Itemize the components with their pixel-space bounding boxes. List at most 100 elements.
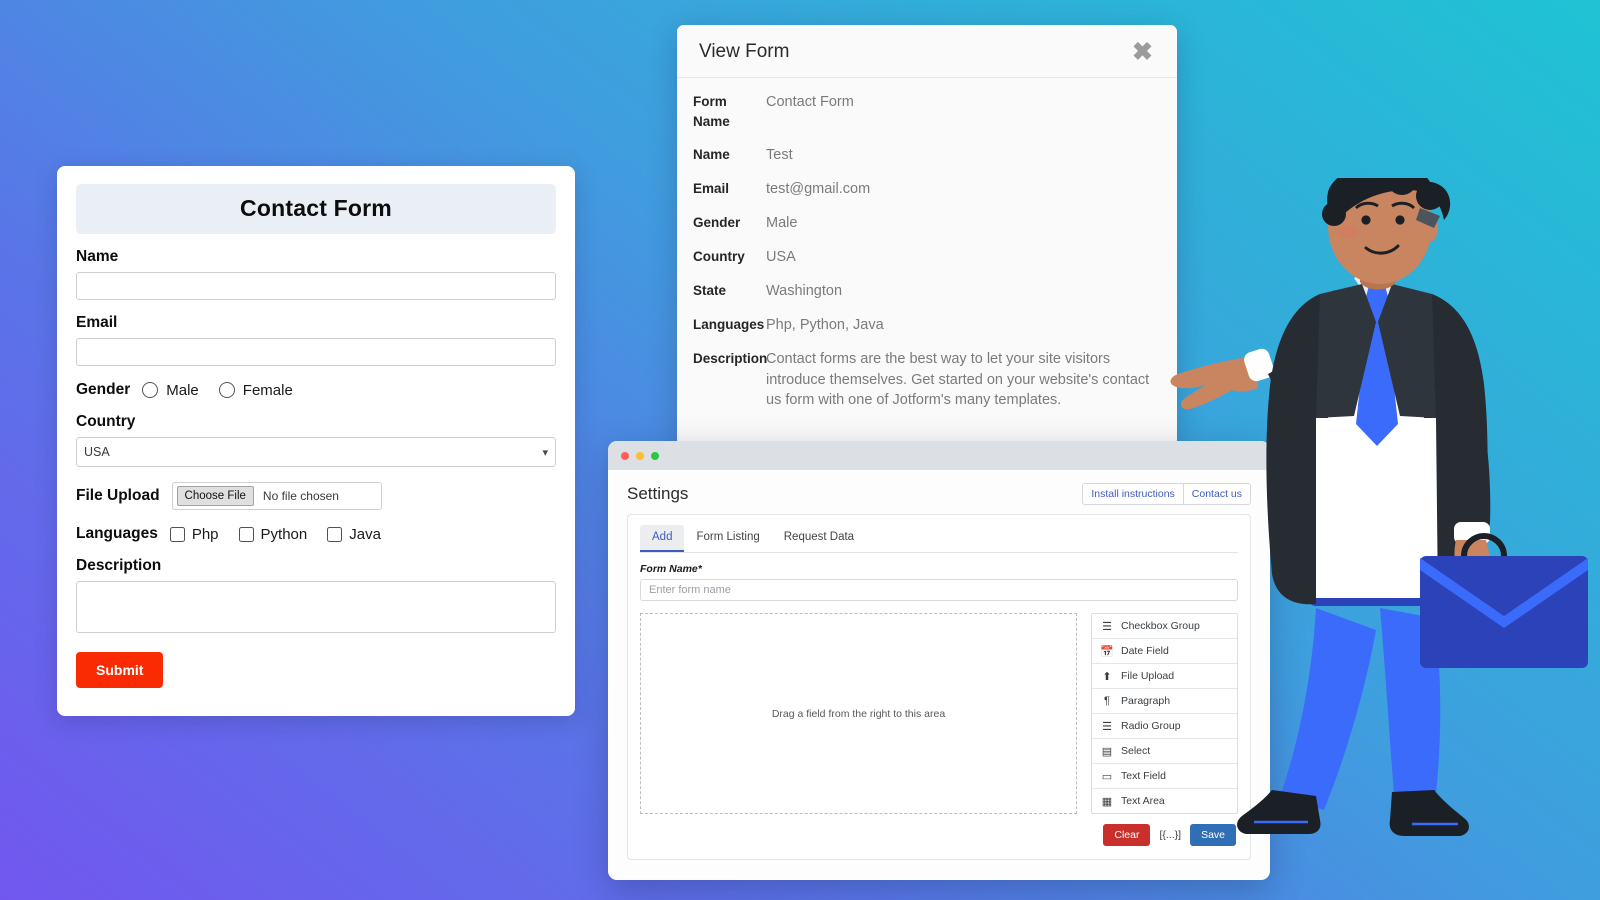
settings-window: Settings Install instructions Contact us… <box>608 441 1270 880</box>
tab-bar: Add Form Listing Request Data <box>640 525 1238 553</box>
country-select[interactable]: USA ▾ <box>76 437 556 467</box>
shirt <box>1310 282 1442 598</box>
detail-row-name: Name Test <box>693 145 1155 166</box>
detail-value: Washington <box>766 283 843 299</box>
upload-icon: ⬆ <box>1102 670 1112 683</box>
maximize-window-icon[interactable] <box>651 451 659 460</box>
json-preview-toggle[interactable]: [{...}] <box>1159 829 1181 841</box>
detail-value: test@gmail.com <box>766 181 871 197</box>
left-leg <box>1280 608 1376 810</box>
submit-button[interactable]: Submit <box>76 652 164 688</box>
palette-item-text-field[interactable]: ▭ Text Field <box>1092 763 1237 788</box>
gender-option-male[interactable]: Male <box>142 382 199 399</box>
collar <box>1354 270 1398 310</box>
form-builder: Drag a field from the right to this area… <box>640 613 1238 814</box>
right-sleeve <box>1434 358 1491 544</box>
belt <box>1310 590 1442 606</box>
language-option-python[interactable]: Python <box>238 525 308 543</box>
neck <box>1360 242 1396 290</box>
lapel-right <box>1378 284 1436 418</box>
detail-label: Form Name <box>693 94 730 129</box>
language-option-php[interactable]: Php <box>169 526 219 543</box>
window-titlebar <box>608 441 1270 470</box>
file-upload-control[interactable]: Choose File No file chosen <box>171 482 382 510</box>
left-eyebrow <box>1354 201 1379 210</box>
modal-title: View Form <box>699 41 790 62</box>
gender-option-female-label: Female <box>242 381 293 399</box>
palette-item-label: Checkbox Group <box>1121 620 1200 632</box>
calendar-icon: 📅 <box>1100 645 1114 658</box>
palette-item-date-field[interactable]: 📅 Date Field <box>1092 638 1237 663</box>
detail-label: Country <box>693 249 745 264</box>
detail-label: State <box>693 283 727 298</box>
save-button[interactable]: Save <box>1190 824 1236 846</box>
tab-request-data[interactable]: Request Data <box>772 525 866 552</box>
close-icon[interactable]: ✖ <box>1132 40 1155 65</box>
hair-curl-2 <box>1354 178 1386 196</box>
radio-icon[interactable] <box>142 382 159 398</box>
detail-label: Languages <box>693 317 765 332</box>
detail-row-country: Country USA <box>693 247 1155 268</box>
close-window-icon[interactable] <box>621 451 629 460</box>
detail-value: Contact forms are the best way to let yo… <box>766 351 1150 408</box>
settings-panel: Add Form Listing Request Data Form Name*… <box>627 514 1251 860</box>
list-icon: ☰ <box>1102 720 1112 733</box>
file-upload-label: File Upload <box>76 487 160 504</box>
clear-button[interactable]: Clear <box>1103 824 1151 846</box>
gender-label: Gender <box>76 381 131 398</box>
description-textarea[interactable] <box>76 581 556 633</box>
form-name-input[interactable] <box>640 579 1238 601</box>
gender-row: Gender Male Female <box>76 381 556 399</box>
contact-us-link[interactable]: Contact us <box>1182 484 1250 504</box>
contact-form-title: Contact Form <box>76 184 556 234</box>
tab-add[interactable]: Add <box>640 525 685 552</box>
head <box>1328 178 1432 284</box>
detail-value: Test <box>766 147 793 163</box>
palette-item-file-upload[interactable]: ⬆ File Upload <box>1092 663 1237 688</box>
palette-item-checkbox-group[interactable]: ☰ Checkbox Group <box>1092 614 1237 638</box>
jacket-right <box>1424 294 1488 605</box>
language-option-java[interactable]: Java <box>327 526 381 543</box>
palette-item-select[interactable]: ▤ Select <box>1092 738 1237 763</box>
checkbox-icon[interactable] <box>238 526 254 542</box>
hair-curl-1 <box>1328 180 1356 208</box>
backpack-strap <box>1313 290 1360 404</box>
palette-item-label: Text Area <box>1121 795 1165 807</box>
contact-form-card: Contact Form Name Email Gender Male Fema… <box>57 166 575 716</box>
right-leg <box>1380 608 1441 794</box>
radio-icon[interactable] <box>218 382 235 398</box>
tie-body <box>1356 312 1398 446</box>
view-form-modal: View Form ✖ Form Name Contact Form Name … <box>677 25 1177 446</box>
minimize-window-icon[interactable] <box>636 451 644 460</box>
install-instructions-link[interactable]: Install instructions <box>1083 484 1182 504</box>
email-input[interactable] <box>76 338 556 366</box>
settings-title: Settings <box>627 484 689 503</box>
field-dropzone[interactable]: Drag a field from the right to this area <box>640 613 1077 814</box>
checkbox-icon[interactable] <box>327 526 343 542</box>
name-label: Name <box>76 248 119 265</box>
palette-item-radio-group[interactable]: ☰ Radio Group <box>1092 713 1237 738</box>
left-hand <box>1170 356 1258 410</box>
detail-row-languages: Languages Php, Python, Java <box>693 315 1155 336</box>
language-option-python-label: Python <box>260 525 308 543</box>
briefcase-handle <box>1461 532 1507 557</box>
palette-item-paragraph[interactable]: ¶ Paragraph <box>1092 688 1237 713</box>
header-link-group: Install instructions Contact us <box>1082 483 1251 505</box>
detail-value: Contact Form <box>766 94 854 110</box>
language-option-java-label: Java <box>349 525 381 543</box>
modal-header: View Form ✖ <box>677 25 1177 78</box>
choose-file-button[interactable]: Choose File <box>176 486 254 506</box>
name-input[interactable] <box>76 272 556 300</box>
palette-item-label: Radio Group <box>1121 720 1181 732</box>
country-selected-value: USA <box>84 445 110 459</box>
list-icon: ☰ <box>1102 620 1112 633</box>
languages-row: Languages Php Python Java <box>76 525 556 543</box>
right-hand <box>1454 540 1491 579</box>
email-label: Email <box>76 314 118 331</box>
briefcase-flap <box>1420 558 1588 628</box>
palette-item-text-area[interactable]: ▦ Text Area <box>1092 788 1237 813</box>
right-shoe <box>1389 790 1469 836</box>
gender-option-female[interactable]: Female <box>218 381 293 399</box>
checkbox-icon[interactable] <box>169 526 185 542</box>
tab-form-listing[interactable]: Form Listing <box>684 525 771 552</box>
